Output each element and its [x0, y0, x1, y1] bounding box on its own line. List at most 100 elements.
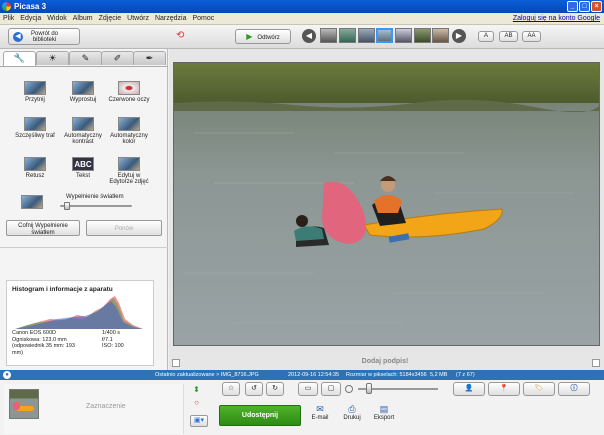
sun-icon: ☀: [48, 53, 57, 63]
places-button[interactable]: 📍: [488, 382, 520, 396]
menu-create[interactable]: Utwórz: [124, 13, 152, 25]
window-title: Picasa 3: [14, 2, 47, 11]
filmstrip-thumb-selected[interactable]: [376, 28, 393, 43]
histogram-title: Histogram i informacje z aparatu: [12, 286, 113, 293]
filmstrip-thumb[interactable]: [339, 28, 356, 43]
export-action[interactable]: ▤ Eksport: [369, 404, 399, 421]
wrench-icon: 🔧: [13, 53, 26, 63]
auto-color-tool[interactable]: Automatyczny kolor: [108, 117, 150, 145]
caption-size-small-button[interactable]: A: [478, 31, 494, 42]
straighten-tool[interactable]: Wyprostuj: [62, 81, 104, 103]
fill-light-slider-handle[interactable]: [64, 202, 71, 210]
menu-file[interactable]: Plik: [0, 13, 17, 25]
auto-contrast-icon: [72, 117, 94, 131]
people-button[interactable]: 👤: [453, 382, 485, 396]
crop-tool[interactable]: Przytnij: [14, 81, 56, 103]
auto-contrast-tool[interactable]: Automatyczny kontrast: [62, 117, 104, 145]
print-action[interactable]: ⎙ Drukuj: [337, 404, 367, 421]
menu-help[interactable]: Pomoc: [189, 13, 217, 25]
filmstrip-thumb[interactable]: [358, 28, 375, 43]
clear-selection-icon[interactable]: ○: [191, 398, 202, 408]
filmstrip-thumb[interactable]: [320, 28, 337, 43]
status-photo-count: (7 z 67): [456, 372, 475, 378]
filmstrip-thumb[interactable]: [395, 28, 412, 43]
minimize-button[interactable]: _: [567, 1, 578, 12]
fill-light-slider-track[interactable]: [60, 205, 132, 207]
back-to-library-button[interactable]: ◀ Powrót do biblioteki: [8, 28, 80, 45]
caption-toggle[interactable]: [172, 359, 180, 367]
status-file-size: 5,2 MB: [430, 372, 448, 378]
fit-button[interactable]: ▢: [321, 382, 341, 396]
caption-size-medium-button[interactable]: AB: [499, 31, 518, 42]
red-eye-label: Czerwone oczy: [108, 97, 150, 103]
tab-extra-effects[interactable]: ✒: [133, 51, 166, 65]
caption-field[interactable]: Dodaj podpis!: [345, 358, 425, 365]
tab-tuning[interactable]: ☀: [36, 51, 69, 65]
menu-picture[interactable]: Zdjęcie: [96, 13, 125, 25]
actual-size-icon: ▭: [304, 385, 312, 392]
tray-tube-mark: [13, 402, 20, 410]
red-eye-icon: [118, 81, 140, 95]
auto-contrast-label: Automatyczny kontrast: [64, 133, 102, 145]
photo-canvas[interactable]: [173, 62, 600, 346]
tab-basic-fixes[interactable]: 🔧: [3, 51, 36, 67]
tab-effects[interactable]: ✎: [69, 51, 102, 65]
info-button[interactable]: ⓘ: [558, 382, 590, 396]
status-bar: ● Ostatnio zaktualizowane > IMG_8716.JPG…: [0, 370, 604, 380]
slideshow-label: Odtwórz: [257, 35, 280, 41]
histogram-chart: [15, 296, 143, 329]
rotate-left-button[interactable]: ↺: [245, 382, 263, 396]
bottom-panel: Zaznaczenie ⬍ ○ ▣▾ ☆ ↺ ↻ ▭ ▢ 👤 📍 🏷 ⓘ Udo…: [0, 380, 604, 435]
rotate-colors-icon[interactable]: ⟲: [176, 30, 192, 42]
im-feeling-lucky-tool[interactable]: Szczęśliwy traf: [14, 117, 56, 139]
photo-editor-tool[interactable]: Edytuj w Edytorze zdjęć: [108, 157, 150, 185]
zoom-slider-handle[interactable]: [366, 383, 372, 394]
previous-photo-button[interactable]: ◀: [302, 29, 316, 43]
sign-in-link[interactable]: Zaloguj się na konto Google: [513, 13, 600, 25]
tray-thumbnail[interactable]: [9, 389, 39, 419]
email-action[interactable]: ✉ E-mail: [305, 404, 335, 421]
filmstrip-thumb[interactable]: [432, 28, 449, 43]
star-button[interactable]: ☆: [222, 382, 240, 396]
undo-fill-light-button[interactable]: Cofnij Wypełnienie światłem: [6, 220, 80, 236]
caption-size-large-button[interactable]: AA: [522, 31, 541, 42]
close-button[interactable]: ×: [591, 1, 602, 12]
pin-icon[interactable]: ⬍: [191, 385, 202, 395]
filmstrip-thumb[interactable]: [414, 28, 431, 43]
info-icon: ⓘ: [570, 385, 578, 392]
print-label: Drukuj: [343, 415, 361, 421]
tag-icon: 🏷: [534, 385, 544, 392]
rotate-left-icon: ↺: [251, 385, 257, 392]
next-photo-button[interactable]: ▶: [452, 29, 466, 43]
red-eye-tool[interactable]: Czerwone oczy: [108, 81, 150, 103]
status-date: 2012-09-16 12:54:35: [288, 372, 340, 378]
slideshow-button[interactable]: ▶ Odtwórz: [235, 29, 291, 44]
title-bar: Picasa 3 _ □ ×: [0, 0, 604, 13]
zoom-out-icon[interactable]: [345, 385, 353, 393]
maximize-button[interactable]: □: [579, 1, 590, 12]
fullscreen-toggle[interactable]: [592, 359, 600, 367]
email-label: E-mail: [311, 415, 329, 421]
redo-button[interactable]: Ponów: [86, 220, 162, 236]
add-to-album-button[interactable]: ▣▾: [190, 415, 208, 427]
arrow-left-icon: ◀: [13, 32, 23, 42]
tab-divider: [0, 66, 168, 67]
menu-edit[interactable]: Edycja: [17, 13, 44, 25]
fit-icon: ▢: [327, 385, 335, 392]
actual-size-button[interactable]: ▭: [298, 382, 318, 396]
edit-panel: 🔧 ☀ ✎ ✐ ✒ Przytnij Wyprostuj Czerwone oc…: [0, 49, 168, 370]
menu-tools[interactable]: Narzędzia: [152, 13, 190, 25]
menu-album[interactable]: Album: [70, 13, 96, 25]
text-tool[interactable]: ABC Tekst: [62, 157, 104, 179]
rotate-right-button[interactable]: ↻: [266, 382, 284, 396]
tab-more-effects[interactable]: ✐: [101, 51, 134, 65]
tags-button[interactable]: 🏷: [523, 382, 555, 396]
panel-divider: [0, 247, 168, 248]
rotate-right-icon: ↻: [272, 385, 278, 392]
share-button[interactable]: Udostępnij: [219, 405, 301, 426]
tray-selection-label: Zaznaczenie: [86, 403, 126, 410]
toolbar: ◀ Powrót do biblioteki ⟲ ▶ Odtwórz ◀ ▶ A …: [0, 25, 604, 49]
histogram-box: Histogram i informacje z aparatu Canon E…: [6, 280, 154, 366]
menu-view[interactable]: Widok: [44, 13, 69, 25]
retouch-tool[interactable]: Retusz: [14, 157, 56, 179]
